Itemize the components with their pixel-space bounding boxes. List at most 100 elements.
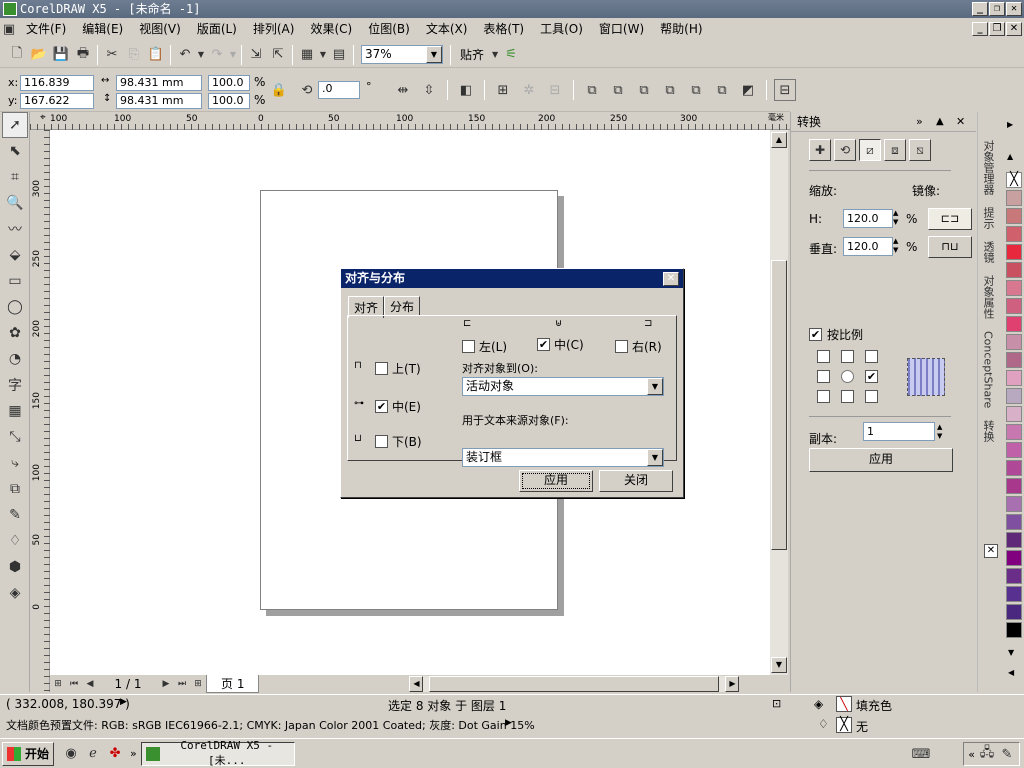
options-icon[interactable]: ⚟ bbox=[500, 44, 522, 66]
ie-quicklaunch-icon[interactable]: ℯ bbox=[82, 743, 104, 765]
outline-swatch[interactable]: ╳ bbox=[836, 717, 852, 733]
color-swatch[interactable] bbox=[1006, 550, 1022, 566]
paste-icon[interactable]: 📋 bbox=[145, 44, 167, 66]
color-swatch[interactable] bbox=[1006, 208, 1022, 224]
palette-up-icon[interactable]: ▲ bbox=[1007, 152, 1013, 161]
anchor-bc-checkbox[interactable] bbox=[841, 390, 854, 403]
group-icon[interactable]: ◧ bbox=[455, 79, 477, 101]
network-icon[interactable]: 🖧 bbox=[979, 743, 995, 765]
dimension-tool-icon[interactable]: ⤡ bbox=[2, 424, 28, 450]
table-tool-icon[interactable]: ▦ bbox=[2, 398, 28, 424]
scroll-down-icon[interactable]: ▼ bbox=[771, 657, 787, 673]
cut-icon[interactable]: ✂ bbox=[101, 44, 123, 66]
redo-icon[interactable]: ↷ bbox=[206, 44, 228, 66]
ellipse-tool-icon[interactable]: ◯ bbox=[2, 294, 28, 320]
browser-quicklaunch-icon[interactable]: ◉ bbox=[60, 743, 82, 765]
ime-icon[interactable]: ✎ bbox=[999, 743, 1015, 765]
snap-status-icon[interactable]: ⊡ bbox=[772, 697, 781, 710]
color-swatch[interactable] bbox=[1006, 262, 1022, 278]
prev-page-icon[interactable]: ◀ bbox=[82, 673, 98, 695]
color-swatch[interactable] bbox=[1006, 316, 1022, 332]
menu-help[interactable]: 帮助(H) bbox=[652, 18, 710, 40]
lock-ratio-icon[interactable]: 🔒 bbox=[268, 79, 290, 101]
undo-dropdown-icon[interactable]: ▼ bbox=[196, 44, 206, 66]
shape-tool-icon[interactable]: ⬉ bbox=[2, 138, 28, 164]
angle-field[interactable]: .0 bbox=[318, 81, 360, 99]
zoom-combo[interactable]: 37% ▼ bbox=[361, 45, 443, 64]
tab-object-properties[interactable]: 对象属性 bbox=[980, 273, 996, 321]
mirror-v-icon[interactable]: ⇳ bbox=[418, 79, 440, 101]
color-swatch[interactable] bbox=[1006, 388, 1022, 404]
undo-icon[interactable]: ↶ bbox=[174, 44, 196, 66]
chevron-down-icon[interactable]: ▼ bbox=[647, 449, 663, 466]
rectangle-tool-icon[interactable]: ▭ bbox=[2, 268, 28, 294]
menu-effects[interactable]: 效果(C) bbox=[302, 18, 360, 40]
color-swatch[interactable] bbox=[1006, 424, 1022, 440]
color-swatch[interactable] bbox=[1006, 514, 1022, 530]
color-swatch[interactable] bbox=[1006, 352, 1022, 368]
fill-tool-icon[interactable]: ⬢ bbox=[2, 554, 28, 580]
profile-arrow-icon[interactable]: ▶ bbox=[505, 718, 512, 728]
copies-spinner-icon[interactable]: ▲ ▼ bbox=[937, 423, 942, 441]
rotate-mode-icon[interactable]: ⟲ bbox=[834, 139, 856, 161]
interactive-fill-icon[interactable]: ◈ bbox=[2, 580, 28, 606]
tab-object-manager[interactable]: 对象管理器 bbox=[980, 138, 996, 197]
back-minus-front-icon[interactable]: ⧉ bbox=[711, 79, 733, 101]
menu-layout[interactable]: 版面(L) bbox=[189, 18, 245, 40]
vertical-scrollbar[interactable]: ▲ ▼ bbox=[770, 130, 788, 675]
color-swatch[interactable] bbox=[1006, 478, 1022, 494]
color-swatch[interactable] bbox=[1006, 460, 1022, 476]
app-quicklaunch-icon[interactable]: ✤ bbox=[104, 743, 126, 765]
menu-tools[interactable]: 工具(O) bbox=[532, 18, 591, 40]
import-icon[interactable]: ⇲ bbox=[245, 44, 267, 66]
new-icon[interactable]: 🗋 bbox=[6, 44, 28, 66]
copies-field[interactable]: 1 bbox=[863, 422, 935, 441]
status-arrow-icon[interactable]: ▶ bbox=[120, 697, 127, 707]
freehand-tool-icon[interactable]: 〰 bbox=[2, 216, 28, 242]
color-swatch[interactable] bbox=[1006, 406, 1022, 422]
v-spinner-icon[interactable]: ▲ ▼ bbox=[893, 237, 898, 255]
left-checkbox[interactable] bbox=[462, 340, 475, 353]
anchor-ml-checkbox[interactable] bbox=[817, 370, 830, 383]
scale-mirror-icon[interactable]: ⧄ bbox=[859, 139, 881, 161]
zoom-tool-icon[interactable]: 🔍 bbox=[2, 190, 28, 216]
menu-table[interactable]: 表格(T) bbox=[475, 18, 532, 40]
size-icon[interactable]: ⧈ bbox=[884, 139, 906, 161]
quicklaunch-more-icon[interactable]: » bbox=[130, 747, 137, 760]
palette-expand-icon[interactable]: ◀ bbox=[1008, 668, 1014, 677]
palette-down-icon[interactable]: ▼ bbox=[1008, 648, 1014, 657]
doc-restore-button[interactable]: ❐ bbox=[989, 22, 1005, 36]
center-v-checkbox[interactable]: ✔ bbox=[375, 400, 388, 413]
eyedropper-tool-icon[interactable]: ✎ bbox=[2, 502, 28, 528]
snap-label[interactable]: 贴齐 bbox=[454, 46, 490, 63]
color-swatch[interactable] bbox=[1006, 568, 1022, 584]
color-swatch[interactable] bbox=[1006, 604, 1022, 620]
next-page-icon[interactable]: ▶ bbox=[158, 673, 174, 695]
redo-dropdown-icon[interactable]: ▼ bbox=[228, 44, 238, 66]
color-swatch[interactable] bbox=[1006, 442, 1022, 458]
vertical-ruler[interactable]: 300 250 200 150 100 50 0 bbox=[30, 130, 50, 692]
color-swatch[interactable] bbox=[1006, 190, 1022, 206]
anchor-bl-checkbox[interactable] bbox=[817, 390, 830, 403]
welcome-screen-icon[interactable]: ▤ bbox=[328, 44, 350, 66]
mirror-v-button[interactable]: ⊓⊔ bbox=[928, 236, 972, 258]
menu-text[interactable]: 文本(X) bbox=[418, 18, 476, 40]
chevron-down-icon[interactable]: ▼ bbox=[426, 46, 442, 63]
top-checkbox[interactable] bbox=[375, 362, 388, 375]
pick-tool-icon[interactable]: ➚ bbox=[2, 112, 28, 138]
docker-close-icon[interactable]: ✕ bbox=[956, 115, 976, 128]
dialog-close-button[interactable]: 关闭 bbox=[599, 470, 673, 492]
break-apart-icon[interactable]: ✲ bbox=[518, 79, 540, 101]
color-swatch[interactable] bbox=[1006, 298, 1022, 314]
snap-dropdown-icon[interactable]: ▼ bbox=[490, 44, 500, 66]
hscroll-thumb[interactable] bbox=[429, 676, 720, 692]
weld-icon[interactable]: ⧉ bbox=[581, 79, 603, 101]
tab-distribute[interactable]: 分布 bbox=[384, 296, 421, 316]
h-spinner-icon[interactable]: ▲ ▼ bbox=[893, 209, 898, 227]
x-field[interactable]: 116.839 mm bbox=[20, 75, 94, 103]
menu-window[interactable]: 窗口(W) bbox=[591, 18, 652, 40]
color-profile-info[interactable]: 文档颜色预置文件: RGB: sRGB IEC61966-2.1; CMYK: … bbox=[6, 717, 535, 733]
taskbar-window-button[interactable]: CorelDRAW X5 - [未... bbox=[140, 739, 295, 767]
color-swatch[interactable] bbox=[1006, 622, 1022, 638]
bottom-checkbox[interactable] bbox=[375, 435, 388, 448]
